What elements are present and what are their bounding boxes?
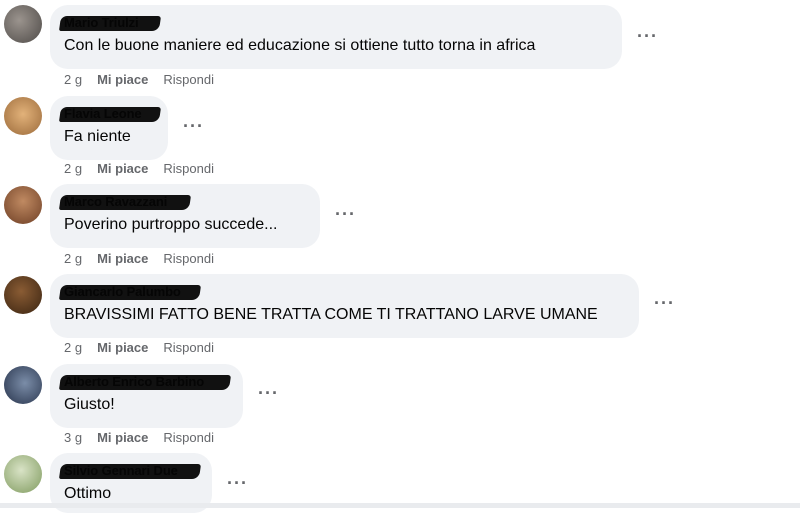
more-options-icon[interactable]: ··· xyxy=(183,117,204,135)
comment-text: Giusto! xyxy=(64,396,115,413)
reply-button[interactable]: Rispondi xyxy=(163,72,214,87)
reply-button[interactable]: Rispondi xyxy=(163,430,214,445)
reply-button[interactable]: Rispondi xyxy=(163,251,214,266)
comment-timestamp[interactable]: 2 g xyxy=(64,340,82,355)
like-button[interactable]: Mi piace xyxy=(97,72,148,87)
comment-bubble: Marco Ravazzani Poverino purtroppo succe… xyxy=(50,184,320,248)
comment-author[interactable]: Marco Ravazzani xyxy=(64,192,306,212)
comment-author[interactable]: Flavia Leone xyxy=(64,104,154,124)
comment-actions: 2 g Mi piace Rispondi xyxy=(64,340,229,356)
like-button[interactable]: Mi piace xyxy=(97,340,148,355)
comment-bubble: Alberto Enrico Barbino Giusto! xyxy=(50,364,243,428)
comment-author[interactable]: Mario Triulzi xyxy=(64,13,608,33)
comment-bubble: Mario Triulzi Con le buone maniere ed ed… xyxy=(50,5,622,69)
comment-text: Con le buone maniere ed educazione si ot… xyxy=(64,37,536,54)
like-button[interactable]: Mi piace xyxy=(97,161,148,176)
more-options-icon[interactable]: ··· xyxy=(637,27,658,45)
avatar[interactable] xyxy=(4,455,42,493)
avatar[interactable] xyxy=(4,366,42,404)
reply-button[interactable]: Rispondi xyxy=(163,161,214,176)
comment-timestamp[interactable]: 2 g xyxy=(64,251,82,266)
avatar[interactable] xyxy=(4,186,42,224)
more-options-icon[interactable]: ··· xyxy=(227,474,248,492)
comment-bubble: Giancarlo Palumbo BRAVISSIMI FATTO BENE … xyxy=(50,274,639,338)
divider xyxy=(0,503,800,508)
comment-text: Poverino purtroppo succede... xyxy=(64,216,278,233)
like-button[interactable]: Mi piace xyxy=(97,251,148,266)
avatar[interactable] xyxy=(4,5,42,43)
comment-actions: 3 g Mi piace Rispondi xyxy=(64,430,229,446)
more-options-icon[interactable]: ··· xyxy=(258,384,279,402)
comment-actions: 2 g Mi piace Rispondi xyxy=(64,72,229,88)
comment-timestamp[interactable]: 2 g xyxy=(64,72,82,87)
comment-actions: 2 g Mi piace Rispondi xyxy=(64,161,229,177)
comment-text: BRAVISSIMI FATTO BENE TRATTA COME TI TRA… xyxy=(64,306,598,323)
comment-timestamp[interactable]: 2 g xyxy=(64,161,82,176)
comment-author[interactable]: Giancarlo Palumbo xyxy=(64,282,625,302)
comment-author[interactable]: Alberto Enrico Barbino xyxy=(64,372,229,392)
more-options-icon[interactable]: ··· xyxy=(335,205,356,223)
comment-author[interactable]: Silvio Gennari Due xyxy=(64,461,198,481)
like-button[interactable]: Mi piace xyxy=(97,430,148,445)
comment-bubble: Flavia Leone Fa niente xyxy=(50,96,168,160)
comment-text: Fa niente xyxy=(64,128,131,145)
avatar[interactable] xyxy=(4,97,42,135)
more-options-icon[interactable]: ··· xyxy=(654,294,675,312)
comment-timestamp[interactable]: 3 g xyxy=(64,430,82,445)
reply-button[interactable]: Rispondi xyxy=(163,340,214,355)
comment-actions: 2 g Mi piace Rispondi xyxy=(64,251,229,267)
avatar[interactable] xyxy=(4,276,42,314)
